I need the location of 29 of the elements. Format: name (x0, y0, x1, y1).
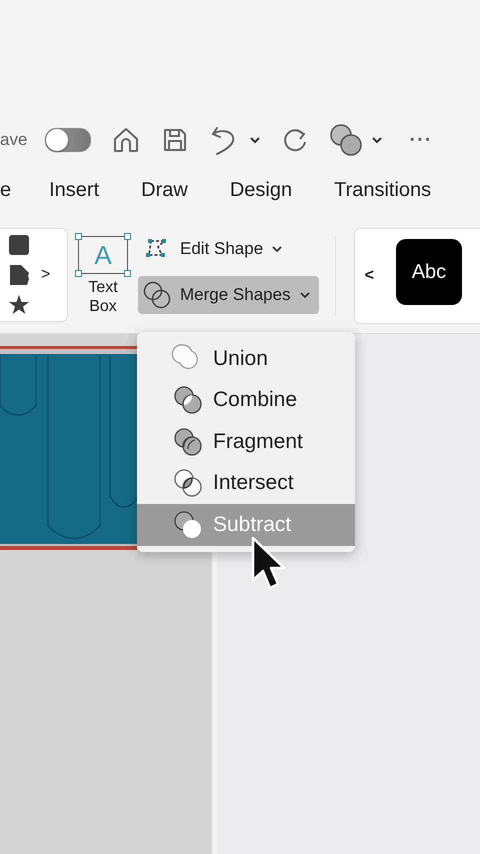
menu-item[interactable]: Fragment (137, 421, 355, 462)
text-box-button[interactable]: A Text Box (76, 228, 130, 316)
more-button[interactable]: ··· (409, 128, 432, 152)
caret-icon[interactable] (371, 136, 384, 144)
text-box-icon: A (78, 236, 128, 274)
ribbon-tab[interactable]: Draw (141, 175, 188, 209)
caret-icon[interactable] (249, 136, 262, 144)
edit-shape-button[interactable]: Edit Shape (138, 234, 319, 264)
caret-icon (298, 291, 311, 299)
merge-shapes-icon[interactable] (329, 123, 364, 157)
ribbon-tab[interactable]: Design (230, 175, 292, 209)
shape-icon[interactable] (7, 264, 31, 286)
ribbon-tab[interactable]: e (0, 175, 12, 209)
ribbon-tab[interactable]: Insert (49, 175, 100, 209)
shapes-gallery[interactable]: > (0, 228, 68, 322)
merge-shapes-button[interactable]: Merge Shapes (138, 276, 319, 314)
caret-icon (271, 245, 284, 253)
style-swatch[interactable]: Abc (396, 239, 462, 305)
more-shapes-button[interactable]: > (41, 266, 50, 284)
menu-item[interactable]: Combine (137, 380, 355, 421)
star-icon[interactable] (8, 294, 30, 316)
autosave-toggle[interactable] (45, 128, 92, 152)
autosave-label: ave (0, 130, 28, 150)
merge-shapes-icon (142, 280, 172, 310)
menu-item[interactable]: Intersect (137, 462, 355, 504)
square-shape-icon[interactable] (8, 234, 30, 256)
menu-item[interactable]: Union (137, 338, 355, 380)
previous-button[interactable]: < (364, 267, 374, 285)
ribbon-tab[interactable]: Transitions (334, 175, 432, 209)
